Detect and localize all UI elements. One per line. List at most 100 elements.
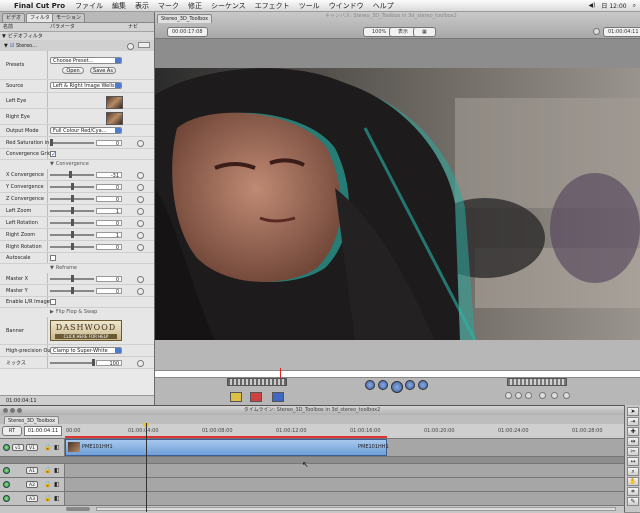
slider-thumb[interactable] (71, 194, 74, 202)
mix-value[interactable]: 100 (96, 359, 122, 367)
lock-icon[interactable]: 🔒 (44, 495, 51, 502)
track-select-tool-icon[interactable]: ⇥ (627, 417, 639, 426)
timeline-playhead-line[interactable] (146, 423, 147, 512)
canvas-scrubber-bar[interactable] (155, 370, 640, 378)
track-audible-icon[interactable] (3, 495, 10, 502)
z-convergence-slider[interactable] (50, 194, 94, 202)
reset-icon[interactable] (137, 287, 144, 295)
auto-select-icon[interactable]: ◧ (54, 444, 60, 451)
left-rotation-slider[interactable] (50, 218, 94, 226)
reset-icon[interactable] (137, 275, 144, 283)
canvas-current-timecode[interactable]: 01:00:04:11 (603, 27, 640, 37)
source-patch[interactable]: v1 (12, 444, 24, 451)
enable-lr-checkbox[interactable] (50, 299, 56, 305)
tab-motion[interactable]: モーション (52, 13, 85, 22)
keyframe-nav-icon[interactable] (563, 392, 570, 399)
destination-patch[interactable]: A3 (26, 495, 38, 502)
volume-icon[interactable]: ◀) (588, 2, 595, 9)
mark-clip-icon[interactable] (525, 392, 532, 399)
reset-icon[interactable] (137, 359, 144, 367)
reset-icon[interactable] (137, 207, 144, 215)
play-around-current-button[interactable] (405, 380, 415, 390)
canvas-duration-timecode[interactable]: 00:00:17:08 (167, 27, 208, 37)
tab-video[interactable]: ビデオ (2, 13, 26, 22)
play-in-to-out-button[interactable] (378, 380, 388, 390)
go-to-previous-edit-button[interactable] (365, 380, 375, 390)
x-convergence-slider[interactable] (50, 170, 94, 178)
menu-edit[interactable]: 編集 (112, 1, 126, 11)
red-saturation-slider[interactable] (50, 138, 94, 146)
filter-reset-button[interactable] (127, 42, 134, 50)
tab-filters[interactable]: フィルタ (26, 13, 54, 22)
reset-icon[interactable] (137, 139, 144, 147)
right-zoom-value[interactable]: 1 (96, 231, 122, 239)
timeline-zoom-slider[interactable] (66, 507, 90, 511)
slider-thumb[interactable] (92, 358, 95, 366)
y-convergence-slider[interactable] (50, 182, 94, 190)
presets-open-button[interactable]: Open (62, 67, 84, 74)
source-select[interactable]: Left & Right Image Wells (50, 82, 122, 89)
track-audible-icon[interactable] (3, 481, 10, 488)
menu-mark[interactable]: マーク (158, 1, 179, 11)
ripple-tool-icon[interactable]: ⇹ (627, 437, 639, 446)
mix-slider[interactable] (50, 358, 95, 366)
match-frame-icon[interactable] (551, 392, 558, 399)
menu-effects[interactable]: エフェクト (255, 1, 290, 11)
right-eye-image-well[interactable] (106, 111, 123, 125)
destination-patch[interactable]: A1 (26, 467, 38, 474)
destination-patch[interactable]: V1 (26, 444, 38, 451)
convergence-grid-checkbox[interactable]: ✓ (50, 151, 56, 158)
autoscale-checkbox[interactable] (50, 255, 56, 261)
x-convergence-value[interactable]: -31 (96, 171, 122, 179)
close-icon[interactable] (3, 408, 8, 413)
add-keyframe-icon[interactable] (272, 392, 284, 402)
canvas-tab[interactable]: Stereo_3D_Toolbox (157, 14, 213, 23)
timeline-clip[interactable]: PME101HH1 PME101HH1 (65, 439, 389, 456)
track-visibility-icon[interactable] (3, 444, 10, 451)
lock-icon[interactable]: 🔒 (44, 444, 51, 451)
left-zoom-value[interactable]: 1 (96, 207, 122, 215)
shuttle-control[interactable] (227, 378, 287, 386)
destination-patch[interactable]: A2 (26, 481, 38, 488)
track-body[interactable] (65, 492, 624, 505)
master-x-value[interactable]: 0 (96, 275, 122, 283)
filter-enable-checkbox[interactable]: ☑ (10, 43, 14, 49)
slider-thumb[interactable] (71, 242, 74, 250)
display-popup[interactable]: ▦ (413, 27, 436, 37)
red-saturation-value[interactable]: 0 (96, 139, 122, 147)
right-rotation-value[interactable]: 0 (96, 243, 122, 251)
mark-in-icon[interactable] (505, 392, 512, 399)
timeline-ruler[interactable]: RT 01:00:04:11 00:00 01:00:04:00 01:00:0… (0, 423, 624, 439)
reset-icon[interactable] (137, 231, 144, 239)
arrow-tool-icon[interactable]: ➤ (627, 407, 639, 416)
menu-tools[interactable]: ツール (299, 1, 320, 11)
clock-text[interactable]: 日 12:00 (601, 1, 626, 10)
hand-tool-icon[interactable]: ✋ (627, 477, 639, 486)
track-body[interactable] (65, 464, 624, 477)
app-menu[interactable]: Final Cut Pro (14, 2, 65, 10)
timeline-scrollbar[interactable] (96, 507, 616, 511)
menu-modify[interactable]: 修正 (188, 1, 202, 11)
canvas-playhead[interactable] (280, 368, 281, 378)
reset-icon[interactable] (137, 171, 144, 179)
auto-select-icon[interactable]: ◧ (54, 495, 60, 502)
left-rotation-value[interactable]: 0 (96, 219, 122, 227)
lock-icon[interactable]: 🔒 (44, 481, 51, 488)
disclosure-triangle-icon[interactable]: ▼ (4, 43, 8, 49)
playhead-sync-icon[interactable] (593, 28, 600, 35)
jog-control[interactable] (507, 378, 567, 386)
slider-thumb[interactable] (71, 182, 74, 190)
left-eye-image-well[interactable] (106, 95, 123, 109)
auto-select-icon[interactable]: ◧ (54, 481, 60, 488)
go-to-next-edit-button[interactable] (418, 380, 428, 390)
slider-thumb[interactable] (71, 286, 74, 294)
spotlight-icon[interactable]: ⌕ (633, 2, 636, 10)
dashwood-banner-button[interactable]: DASHWOOD CLICK HERE FOR HELP (50, 320, 122, 341)
edit-tool-icon[interactable]: ✚ (627, 427, 639, 436)
reset-icon[interactable] (137, 183, 144, 191)
left-zoom-slider[interactable] (50, 206, 94, 214)
auto-select-icon[interactable]: ◧ (54, 467, 60, 474)
pen-tool-icon[interactable]: ✎ (627, 497, 639, 506)
reset-icon[interactable] (137, 195, 144, 203)
disclosure-triangle-icon[interactable]: ▼ (50, 161, 54, 167)
